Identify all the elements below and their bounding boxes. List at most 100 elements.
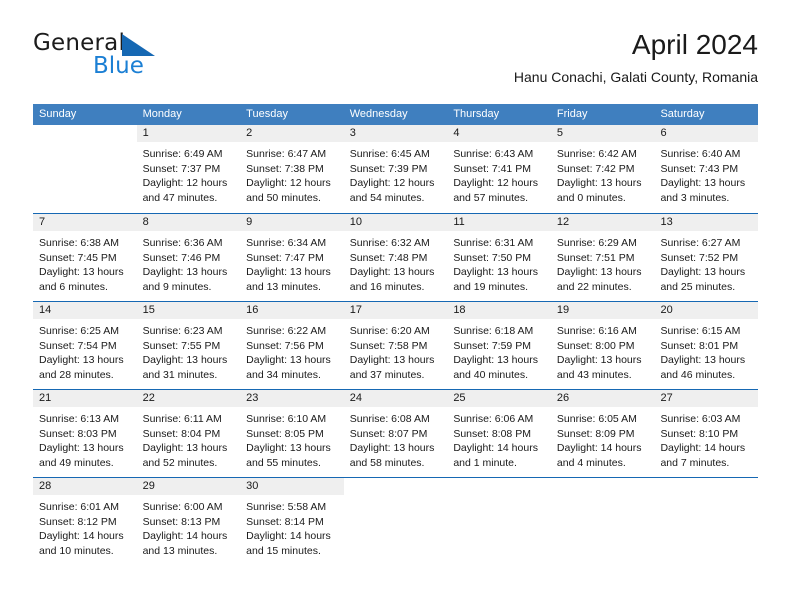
calendar-day-cell-empty — [551, 478, 655, 565]
calendar-day-cell[interactable]: 27 Sunrise: 6:03 AM Sunset: 8:10 PM Dayligh… — [654, 390, 759, 477]
sunset-text: Sunset: 8:08 PM — [453, 427, 531, 440]
sunrise-text: Sunrise: 6:38 AM — [39, 237, 119, 249]
calendar-day-cell-empty — [447, 478, 551, 565]
sunset-text: Sunset: 7:55 PM — [142, 339, 221, 352]
sunrise-text: Sunrise: 6:00 AM — [142, 501, 223, 513]
generalblue-logo[interactable]: General Blue — [33, 30, 263, 88]
calendar-grid: Sunday Monday Tuesday Wednesday Thursday Frid… — [33, 104, 759, 565]
calendar-day-cell[interactable]: 6 Sunrise: 6:40 AM Sunset: 7:43 PM Daylight… — [654, 125, 759, 213]
daylight-text: Daylight: 13 hours and 49 minutes. — [39, 442, 124, 469]
day-details: Sunrise: 6:06 AM Sunset: 8:08 PM Daylight:… — [447, 407, 551, 470]
calendar-week-row: 21 Sunrise: 6:13 AM Sunset: 8:03 PM Dayligh… — [33, 389, 759, 477]
calendar-day-cell[interactable]: 24 Sunrise: 6:08 AM Sunset: 8:07 PM Dayligh… — [343, 390, 448, 477]
weekday-header-saturday: Saturday — [660, 108, 705, 120]
day-number: 15 — [136, 302, 241, 319]
sunset-text: Sunset: 7:46 PM — [142, 251, 221, 264]
sunset-text: Sunset: 7:59 PM — [453, 339, 531, 352]
daylight-text: Daylight: 13 hours and 22 minutes. — [556, 266, 642, 293]
sunrise-text: Sunrise: 6:03 AM — [660, 413, 741, 425]
calendar-day-cell[interactable]: 2 Sunrise: 6:47 AM Sunset: 7:38 PM Daylight… — [240, 125, 344, 213]
calendar-day-cell[interactable]: 29 Sunrise: 6:00 AM Sunset: 8:13 PM Dayligh… — [136, 478, 241, 565]
sunset-text: Sunset: 7:41 PM — [453, 162, 531, 175]
calendar-week-row: 28 Sunrise: 6:01 AM Sunset: 8:12 PM Dayligh… — [33, 477, 758, 565]
day-details: Sunrise: 6:10 AM Sunset: 8:05 PM Daylight:… — [240, 407, 344, 470]
calendar-day-cell[interactable]: 7 Sunrise: 6:38 AM Sunset: 7:45 PM Daylight… — [33, 214, 137, 301]
sunset-text: Sunset: 8:00 PM — [556, 339, 635, 352]
calendar-day-cell[interactable]: 4 Sunrise: 6:43 AM Sunset: 7:41 PM Daylight… — [447, 125, 551, 213]
day-number: 23 — [240, 390, 344, 407]
calendar-day-cell[interactable]: 14 Sunrise: 6:25 AM Sunset: 7:54 PM Dayligh… — [33, 302, 137, 389]
sunrise-text: Sunrise: 6:31 AM — [453, 237, 534, 249]
calendar-day-cell[interactable]: 19 Sunrise: 6:16 AM Sunset: 8:00 PM Dayligh… — [550, 302, 655, 389]
daylight-text: Daylight: 13 hours and 46 minutes. — [660, 354, 746, 381]
calendar-day-cell[interactable]: 15 Sunrise: 6:23 AM Sunset: 7:55 PM Dayligh… — [136, 302, 241, 389]
calendar-day-cell[interactable]: 21 Sunrise: 6:13 AM Sunset: 8:03 PM Dayligh… — [33, 390, 137, 477]
daylight-text: Daylight: 13 hours and 34 minutes. — [246, 354, 331, 381]
calendar-day-cell[interactable]: 11 Sunrise: 6:31 AM Sunset: 7:50 PM Dayligh… — [447, 214, 551, 301]
sunset-text: Sunset: 8:13 PM — [142, 515, 221, 528]
day-number — [33, 125, 137, 142]
sunrise-text: Sunrise: 6:43 AM — [453, 148, 534, 160]
sunrise-text: Sunrise: 6:22 AM — [246, 325, 327, 337]
calendar-day-cell[interactable]: 8 Sunrise: 6:36 AM Sunset: 7:46 PM Daylight… — [136, 214, 241, 301]
daylight-text: Daylight: 13 hours and 19 minutes. — [453, 266, 538, 293]
calendar-day-cell-empty — [654, 478, 758, 565]
calendar-day-cell[interactable]: 28 Sunrise: 6:01 AM Sunset: 8:12 PM Dayligh… — [33, 478, 137, 565]
daylight-text: Daylight: 14 hours and 1 minute. — [453, 442, 538, 469]
sunrise-text: Sunrise: 6:42 AM — [556, 148, 637, 160]
sunrise-text: Sunrise: 6:40 AM — [660, 148, 741, 160]
day-number: 22 — [136, 390, 241, 407]
calendar-day-cell[interactable]: 30 Sunrise: 5:58 AM Sunset: 8:14 PM Dayligh… — [240, 478, 344, 565]
day-details: Sunrise: 6:40 AM Sunset: 7:43 PM Daylight:… — [654, 142, 758, 205]
sunrise-text: Sunrise: 6:13 AM — [39, 413, 119, 425]
day-number: 8 — [136, 214, 241, 231]
sunrise-text: Sunrise: 6:34 AM — [246, 237, 327, 249]
day-details: Sunrise: 6:11 AM Sunset: 8:04 PM Daylight:… — [137, 407, 241, 470]
sunset-text: Sunset: 7:38 PM — [246, 162, 324, 175]
calendar-day-cell[interactable]: 9 Sunrise: 6:34 AM Sunset: 7:47 PM Daylight… — [240, 214, 344, 301]
day-number: 20 — [654, 302, 759, 319]
sunset-text: Sunset: 7:54 PM — [39, 339, 117, 352]
day-details: Sunrise: 6:31 AM Sunset: 7:50 PM Daylight:… — [447, 231, 551, 294]
weekday-header-monday: Monday — [142, 108, 182, 120]
calendar-day-cell[interactable]: 20 Sunrise: 6:15 AM Sunset: 8:01 PM Dayligh… — [654, 302, 759, 389]
day-number: 4 — [447, 125, 551, 142]
daylight-text: Daylight: 12 hours and 54 minutes. — [349, 177, 435, 204]
daylight-text: Daylight: 13 hours and 58 minutes. — [349, 442, 435, 469]
calendar-week-row: 7 Sunrise: 6:38 AM Sunset: 7:45 PM Daylight… — [33, 213, 759, 301]
sunset-text: Sunset: 8:14 PM — [246, 515, 324, 528]
daylight-text: Daylight: 13 hours and 13 minutes. — [246, 266, 331, 293]
day-number: 28 — [33, 478, 137, 495]
sunrise-text: Sunrise: 6:10 AM — [246, 413, 327, 425]
sunset-text: Sunset: 8:09 PM — [556, 427, 635, 440]
calendar-day-cell[interactable]: 5 Sunrise: 6:42 AM Sunset: 7:42 PM Daylight… — [550, 125, 655, 213]
calendar-day-cell[interactable]: 13 Sunrise: 6:27 AM Sunset: 7:52 PM Dayligh… — [654, 214, 759, 301]
day-number: 12 — [550, 214, 655, 231]
calendar-day-cell[interactable]: 26 Sunrise: 6:05 AM Sunset: 8:09 PM Dayligh… — [550, 390, 655, 477]
calendar-day-cell[interactable]: 23 Sunrise: 6:10 AM Sunset: 8:05 PM Dayligh… — [240, 390, 344, 477]
calendar-day-cell-empty — [344, 478, 448, 565]
calendar-day-cell[interactable]: 3 Sunrise: 6:45 AM Sunset: 7:39 PM Daylight… — [343, 125, 448, 213]
day-number: 25 — [447, 390, 551, 407]
day-number: 1 — [136, 125, 241, 142]
calendar-day-cell[interactable]: 1 Sunrise: 6:49 AM Sunset: 7:37 PM Daylight… — [136, 125, 241, 213]
day-details: Sunrise: 6:49 AM Sunset: 7:37 PM Daylight:… — [137, 142, 241, 205]
day-number — [551, 478, 655, 495]
day-details: Sunrise: 6:15 AM Sunset: 8:01 PM Daylight:… — [654, 319, 758, 382]
sunset-text: Sunset: 7:39 PM — [349, 162, 428, 175]
calendar-week-row: 14 Sunrise: 6:25 AM Sunset: 7:54 PM Dayligh… — [33, 301, 759, 389]
day-details: Sunrise: 6:42 AM Sunset: 7:42 PM Daylight:… — [551, 142, 655, 205]
calendar-day-cell[interactable]: 17 Sunrise: 6:20 AM Sunset: 7:58 PM Dayligh… — [343, 302, 448, 389]
daylight-text: Daylight: 13 hours and 31 minutes. — [142, 354, 228, 381]
calendar-day-cell[interactable]: 18 Sunrise: 6:18 AM Sunset: 7:59 PM Dayligh… — [447, 302, 551, 389]
calendar-day-cell[interactable]: 10 Sunrise: 6:32 AM Sunset: 7:48 PM Dayligh… — [343, 214, 448, 301]
day-number: 18 — [447, 302, 551, 319]
page-header: General Blue April 2024 Hanu Conachi, Ga… — [33, 28, 758, 90]
page-title: April 2024 — [631, 29, 758, 60]
calendar-day-cell[interactable]: 16 Sunrise: 6:22 AM Sunset: 7:56 PM Dayligh… — [240, 302, 344, 389]
calendar-day-cell[interactable]: 25 Sunrise: 6:06 AM Sunset: 8:08 PM Dayligh… — [447, 390, 551, 477]
calendar-day-cell[interactable]: 12 Sunrise: 6:29 AM Sunset: 7:51 PM Dayligh… — [550, 214, 655, 301]
daylight-text: Daylight: 13 hours and 25 minutes. — [660, 266, 746, 293]
calendar-day-cell[interactable]: 22 Sunrise: 6:11 AM Sunset: 8:04 PM Dayligh… — [136, 390, 241, 477]
day-details: Sunrise: 6:43 AM Sunset: 7:41 PM Daylight:… — [447, 142, 551, 205]
